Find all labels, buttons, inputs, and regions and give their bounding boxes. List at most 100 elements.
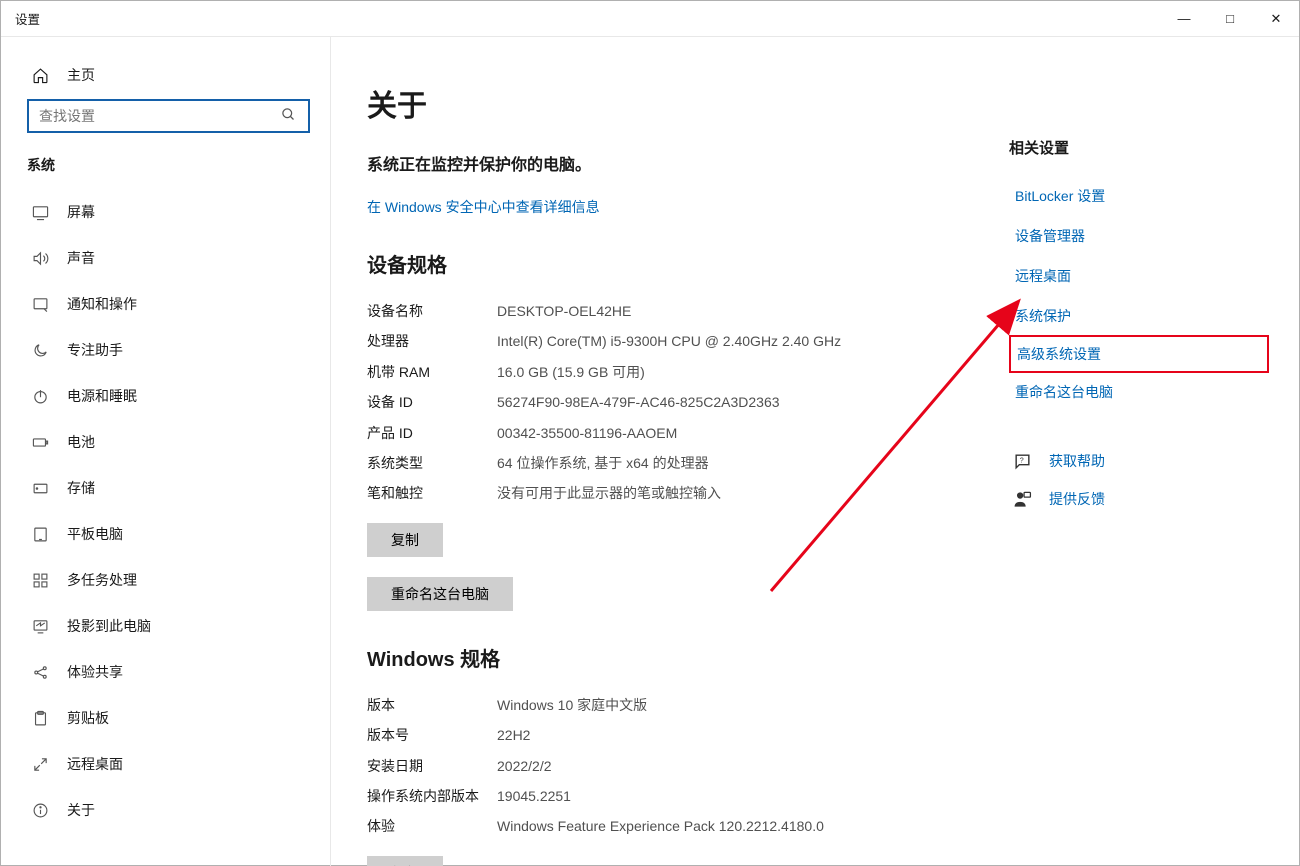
give-feedback-link[interactable]: 提供反馈 — [1009, 480, 1269, 518]
main-content: 关于 系统正在监控并保护你的电脑。 在 Windows 安全中心中查看详细信息 … — [367, 81, 969, 866]
rename-pc-button[interactable]: 重命名这台电脑 — [367, 577, 513, 611]
nav-about[interactable]: 关于 — [1, 787, 330, 833]
spec-label: 版本号 — [367, 724, 497, 746]
spec-value: 19045.2251 — [497, 785, 969, 807]
nav-label: 剪贴板 — [67, 708, 109, 728]
nav-label: 平板电脑 — [67, 524, 123, 544]
search-input[interactable] — [27, 99, 310, 133]
nav-label: 体验共享 — [67, 662, 123, 682]
spec-value: 2022/2/2 — [497, 755, 969, 777]
nav-project[interactable]: 投影到此电脑 — [1, 603, 330, 649]
help-icon: ? — [1011, 452, 1033, 471]
close-button[interactable]: ✕ — [1253, 1, 1299, 36]
spec-value: Windows Feature Experience Pack 120.2212… — [497, 815, 969, 837]
nav-notifications[interactable]: 通知和操作 — [1, 281, 330, 327]
home-button[interactable]: 主页 — [1, 57, 330, 99]
nav-label: 远程桌面 — [67, 754, 123, 774]
nav-label: 投影到此电脑 — [67, 616, 151, 636]
nav-label: 多任务处理 — [67, 570, 137, 590]
sidebar-group-label: 系统 — [1, 149, 330, 189]
nav-focus-assist[interactable]: 专注助手 — [1, 327, 330, 373]
spec-label: 设备 ID — [367, 391, 497, 413]
nav-label: 声音 — [67, 248, 95, 268]
spec-row: 体验Windows Feature Experience Pack 120.22… — [367, 811, 969, 841]
spec-label: 系统类型 — [367, 452, 497, 474]
spec-value: 56274F90-98EA-479F-AC46-825C2A3D2363 — [497, 391, 969, 413]
spec-row: 操作系统内部版本19045.2251 — [367, 781, 969, 811]
sidebar: 主页 系统 屏幕 声音 通知和操作 专注助手 — [1, 37, 331, 866]
related-settings-rail: 相关设置 BitLocker 设置设备管理器远程桌面系统保护高级系统设置重命名这… — [1009, 81, 1269, 866]
spec-label: 设备名称 — [367, 300, 497, 322]
window-title: 设置 — [15, 9, 40, 28]
spec-label: 机带 RAM — [367, 361, 497, 383]
sound-icon — [31, 250, 49, 267]
search-icon — [281, 107, 296, 126]
rail-link[interactable]: 重命名这台电脑 — [1009, 372, 1269, 412]
rail-link[interactable]: 系统保护 — [1009, 296, 1269, 336]
feedback-label: 提供反馈 — [1049, 489, 1105, 509]
share-icon — [31, 664, 49, 681]
info-icon — [31, 802, 49, 819]
rail-link[interactable]: 远程桌面 — [1009, 256, 1269, 296]
home-icon — [31, 67, 49, 84]
spec-value: 16.0 GB (15.9 GB 可用) — [497, 361, 969, 383]
spec-row: 设备名称DESKTOP-OEL42HE — [367, 296, 969, 326]
nav-shared[interactable]: 体验共享 — [1, 649, 330, 695]
nav-multitask[interactable]: 多任务处理 — [1, 557, 330, 603]
spec-label: 产品 ID — [367, 422, 497, 444]
spec-value: Windows 10 家庭中文版 — [497, 694, 969, 716]
feedback-icon — [1011, 490, 1033, 509]
rail-link[interactable]: 设备管理器 — [1009, 216, 1269, 256]
copy-windows-button[interactable]: 复制 — [367, 856, 443, 866]
spec-row: 版本号22H2 — [367, 720, 969, 750]
home-label: 主页 — [67, 65, 95, 85]
spec-value: Intel(R) Core(TM) i5-9300H CPU @ 2.40GHz… — [497, 330, 969, 352]
nav-sound[interactable]: 声音 — [1, 235, 330, 281]
protection-status: 系统正在监控并保护你的电脑。 — [367, 151, 969, 175]
spec-value: DESKTOP-OEL42HE — [497, 300, 969, 322]
tablet-icon — [31, 526, 49, 543]
spec-row: 设备 ID56274F90-98EA-479F-AC46-825C2A3D236… — [367, 387, 969, 417]
battery-icon — [31, 434, 49, 451]
spec-value: 没有可用于此显示器的笔或触控输入 — [497, 482, 969, 504]
windows-spec-header: Windows 规格 — [367, 643, 969, 672]
minimize-button[interactable]: — — [1161, 1, 1207, 36]
spec-row: 安装日期2022/2/2 — [367, 751, 969, 781]
multitask-icon — [31, 572, 49, 589]
nav-label: 存储 — [67, 478, 95, 498]
get-help-link[interactable]: ? 获取帮助 — [1009, 442, 1269, 480]
nav-label: 屏幕 — [67, 202, 95, 222]
spec-label: 体验 — [367, 815, 497, 837]
spec-row: 版本Windows 10 家庭中文版 — [367, 690, 969, 720]
spec-label: 操作系统内部版本 — [367, 785, 497, 807]
title-bar: 设置 — □ ✕ — [1, 1, 1299, 37]
window-controls: — □ ✕ — [1161, 1, 1299, 36]
nav-label: 电池 — [67, 432, 95, 452]
help-label: 获取帮助 — [1049, 451, 1105, 471]
page-title: 关于 — [367, 81, 969, 125]
copy-device-button[interactable]: 复制 — [367, 523, 443, 557]
spec-row: 处理器Intel(R) Core(TM) i5-9300H CPU @ 2.40… — [367, 326, 969, 356]
spec-row: 机带 RAM16.0 GB (15.9 GB 可用) — [367, 357, 969, 387]
nav-display[interactable]: 屏幕 — [1, 189, 330, 235]
advanced-system-settings-link[interactable]: 高级系统设置 — [1009, 335, 1269, 373]
nav-label: 关于 — [67, 800, 95, 820]
maximize-button[interactable]: □ — [1207, 1, 1253, 36]
spec-label: 处理器 — [367, 330, 497, 352]
moon-icon — [31, 342, 49, 359]
nav-tablet[interactable]: 平板电脑 — [1, 511, 330, 557]
nav-power[interactable]: 电源和睡眠 — [1, 373, 330, 419]
security-center-link[interactable]: 在 Windows 安全中心中查看详细信息 — [367, 197, 969, 217]
spec-value: 22H2 — [497, 724, 969, 746]
nav-storage[interactable]: 存储 — [1, 465, 330, 511]
nav-remote-desktop[interactable]: 远程桌面 — [1, 741, 330, 787]
rail-link[interactable]: BitLocker 设置 — [1009, 176, 1269, 216]
spec-value: 00342-35500-81196-AAOEM — [497, 422, 969, 444]
nav-clipboard[interactable]: 剪贴板 — [1, 695, 330, 741]
svg-text:?: ? — [1019, 456, 1023, 464]
spec-label: 安装日期 — [367, 755, 497, 777]
nav-label: 专注助手 — [67, 340, 123, 360]
project-icon — [31, 618, 49, 635]
nav-battery[interactable]: 电池 — [1, 419, 330, 465]
spec-value: 64 位操作系统, 基于 x64 的处理器 — [497, 452, 969, 474]
